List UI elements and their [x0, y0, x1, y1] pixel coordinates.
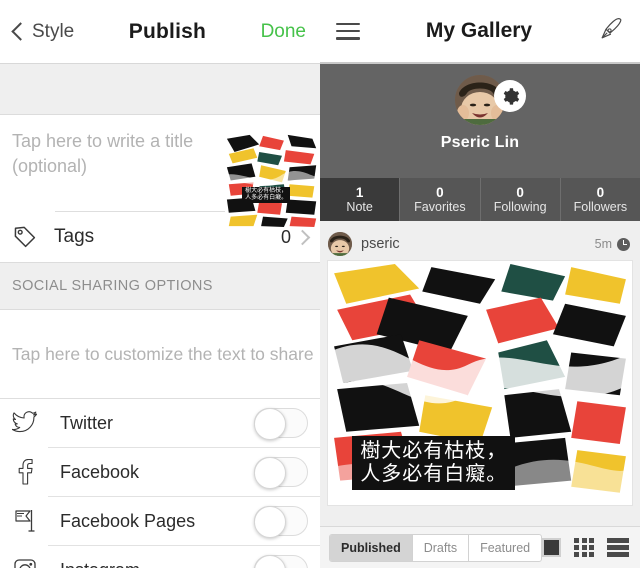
chevron-left-icon	[11, 22, 30, 41]
toggle-knob	[254, 506, 286, 538]
single-view-icon[interactable]	[542, 538, 561, 557]
social-label-facebook: Facebook	[60, 461, 140, 482]
view-mode-group	[542, 538, 629, 557]
share-text-input[interactable]: Tap here to customize the text to share	[12, 344, 314, 365]
social-row-instagram[interactable]: Instagram	[0, 546, 320, 568]
stat-following[interactable]: 0 Following	[481, 178, 561, 221]
tags-label: Tags	[54, 226, 95, 247]
profile-stats: 1 Note 0 Favorites 0 Following 0 Followe…	[320, 178, 640, 221]
stat-favorites[interactable]: 0 Favorites	[400, 178, 481, 221]
pen-nib-icon[interactable]	[598, 16, 624, 47]
social-row-facebook[interactable]: Facebook	[0, 448, 320, 496]
clock-icon	[617, 237, 630, 251]
page-title: Publish	[128, 19, 207, 43]
publish-navbar: Style Publish Done	[0, 0, 320, 64]
tags-count: 0	[280, 226, 291, 247]
artwork-image	[225, 133, 320, 228]
stat-followers[interactable]: 0 Followers	[561, 178, 640, 221]
tab-published[interactable]: Published	[330, 534, 413, 561]
post-avatar[interactable]	[328, 232, 352, 256]
instagram-icon	[12, 557, 48, 568]
share-text-row[interactable]: Tap here to customize the text to share	[0, 310, 320, 398]
artwork-caption: 樹大必有枯枝， 人多必有白癡。	[242, 187, 291, 204]
done-button[interactable]: Done	[261, 21, 306, 43]
tab-featured[interactable]: Featured	[469, 535, 541, 561]
tab-drafts[interactable]: Drafts	[413, 534, 470, 561]
post-time: 5m	[594, 237, 612, 251]
tag-icon	[12, 224, 46, 250]
gallery-navbar: My Gallery	[320, 0, 640, 64]
facebook-pages-icon	[12, 508, 48, 534]
back-label: Style	[32, 20, 75, 42]
stat-following-label: Following	[493, 199, 547, 214]
stat-favorites-label: Favorites	[414, 199, 466, 214]
stat-followers-count: 0	[596, 184, 605, 200]
toggle-twitter[interactable]	[254, 408, 308, 440]
gallery-pane: My Gallery Pseric Lin 1 Note 0 Favorites…	[320, 0, 640, 568]
social-row-facebook-pages[interactable]: Facebook Pages	[0, 497, 320, 545]
toggle-facebook-pages[interactable]	[254, 506, 308, 538]
gear-icon[interactable]	[494, 80, 526, 112]
toggle-knob	[254, 457, 286, 489]
post-caption-line1: 樹大必有枯枝，	[360, 438, 508, 462]
stat-following-count: 0	[516, 184, 524, 200]
social-row-twitter[interactable]: Twitter	[0, 399, 320, 447]
social-sharing-section-header: SOCIAL SHARING OPTIONS	[0, 262, 320, 310]
artwork-thumbnail[interactable]: 樹大必有枯枝， 人多必有白癡。	[225, 133, 320, 228]
post-artwork-caption: 樹大必有枯枝， 人多必有白癡。	[352, 436, 516, 491]
grid-view-icon[interactable]	[574, 538, 594, 557]
profile-header: Pseric Lin	[320, 64, 640, 178]
facebook-icon	[12, 459, 48, 485]
gallery-title: My Gallery	[425, 19, 533, 42]
gallery-bottom-bar: Published Drafts Featured	[320, 526, 640, 568]
back-button[interactable]: Style	[11, 20, 75, 43]
stat-note[interactable]: 1 Note	[320, 178, 401, 221]
title-input[interactable]: Tap here to write a title (optional)	[0, 129, 224, 179]
section-label: SOCIAL SHARING OPTIONS	[12, 278, 213, 294]
gallery-feed: pseric 5m 樹大必有枯枝， 人多必有白癡。	[320, 221, 640, 506]
post-header: pseric 5m	[320, 228, 640, 260]
stat-note-count: 1	[355, 184, 364, 200]
list-view-icon[interactable]	[607, 538, 629, 557]
publish-pane: Style Publish Done Tap here to write a t…	[0, 0, 320, 568]
profile-name: Pseric Lin	[440, 134, 520, 151]
stat-favorites-count: 0	[436, 184, 444, 200]
chevron-right-icon	[294, 229, 311, 245]
app-screen: Style Publish Done Tap here to write a t…	[0, 0, 640, 568]
stat-followers-label: Followers	[573, 199, 628, 214]
top-spacer-band	[0, 64, 320, 115]
title-row: Tap here to write a title (optional) 樹大必…	[0, 115, 320, 228]
toggle-facebook[interactable]	[254, 457, 308, 489]
stat-note-label: Note	[346, 199, 373, 214]
avatar-wrap	[428, 74, 532, 126]
social-label-instagram: Instagram	[48, 560, 254, 568]
filter-segmented-control: Published Drafts Featured	[329, 533, 542, 562]
social-label-facebook-pages: Facebook Pages	[60, 510, 196, 531]
social-label-twitter: Twitter	[60, 412, 114, 433]
hamburger-menu-icon[interactable]	[336, 22, 360, 40]
toggle-knob	[254, 408, 286, 440]
post-caption-line2: 人多必有白癡。	[360, 461, 508, 486]
post-username[interactable]: pseric	[361, 236, 595, 252]
twitter-icon	[12, 411, 48, 435]
artwork-caption-line2: 人多必有白癡。	[245, 194, 288, 202]
toggle-instagram[interactable]	[254, 555, 308, 568]
post-image[interactable]: 樹大必有枯枝， 人多必有白癡。	[327, 260, 633, 506]
toggle-knob	[254, 555, 286, 568]
